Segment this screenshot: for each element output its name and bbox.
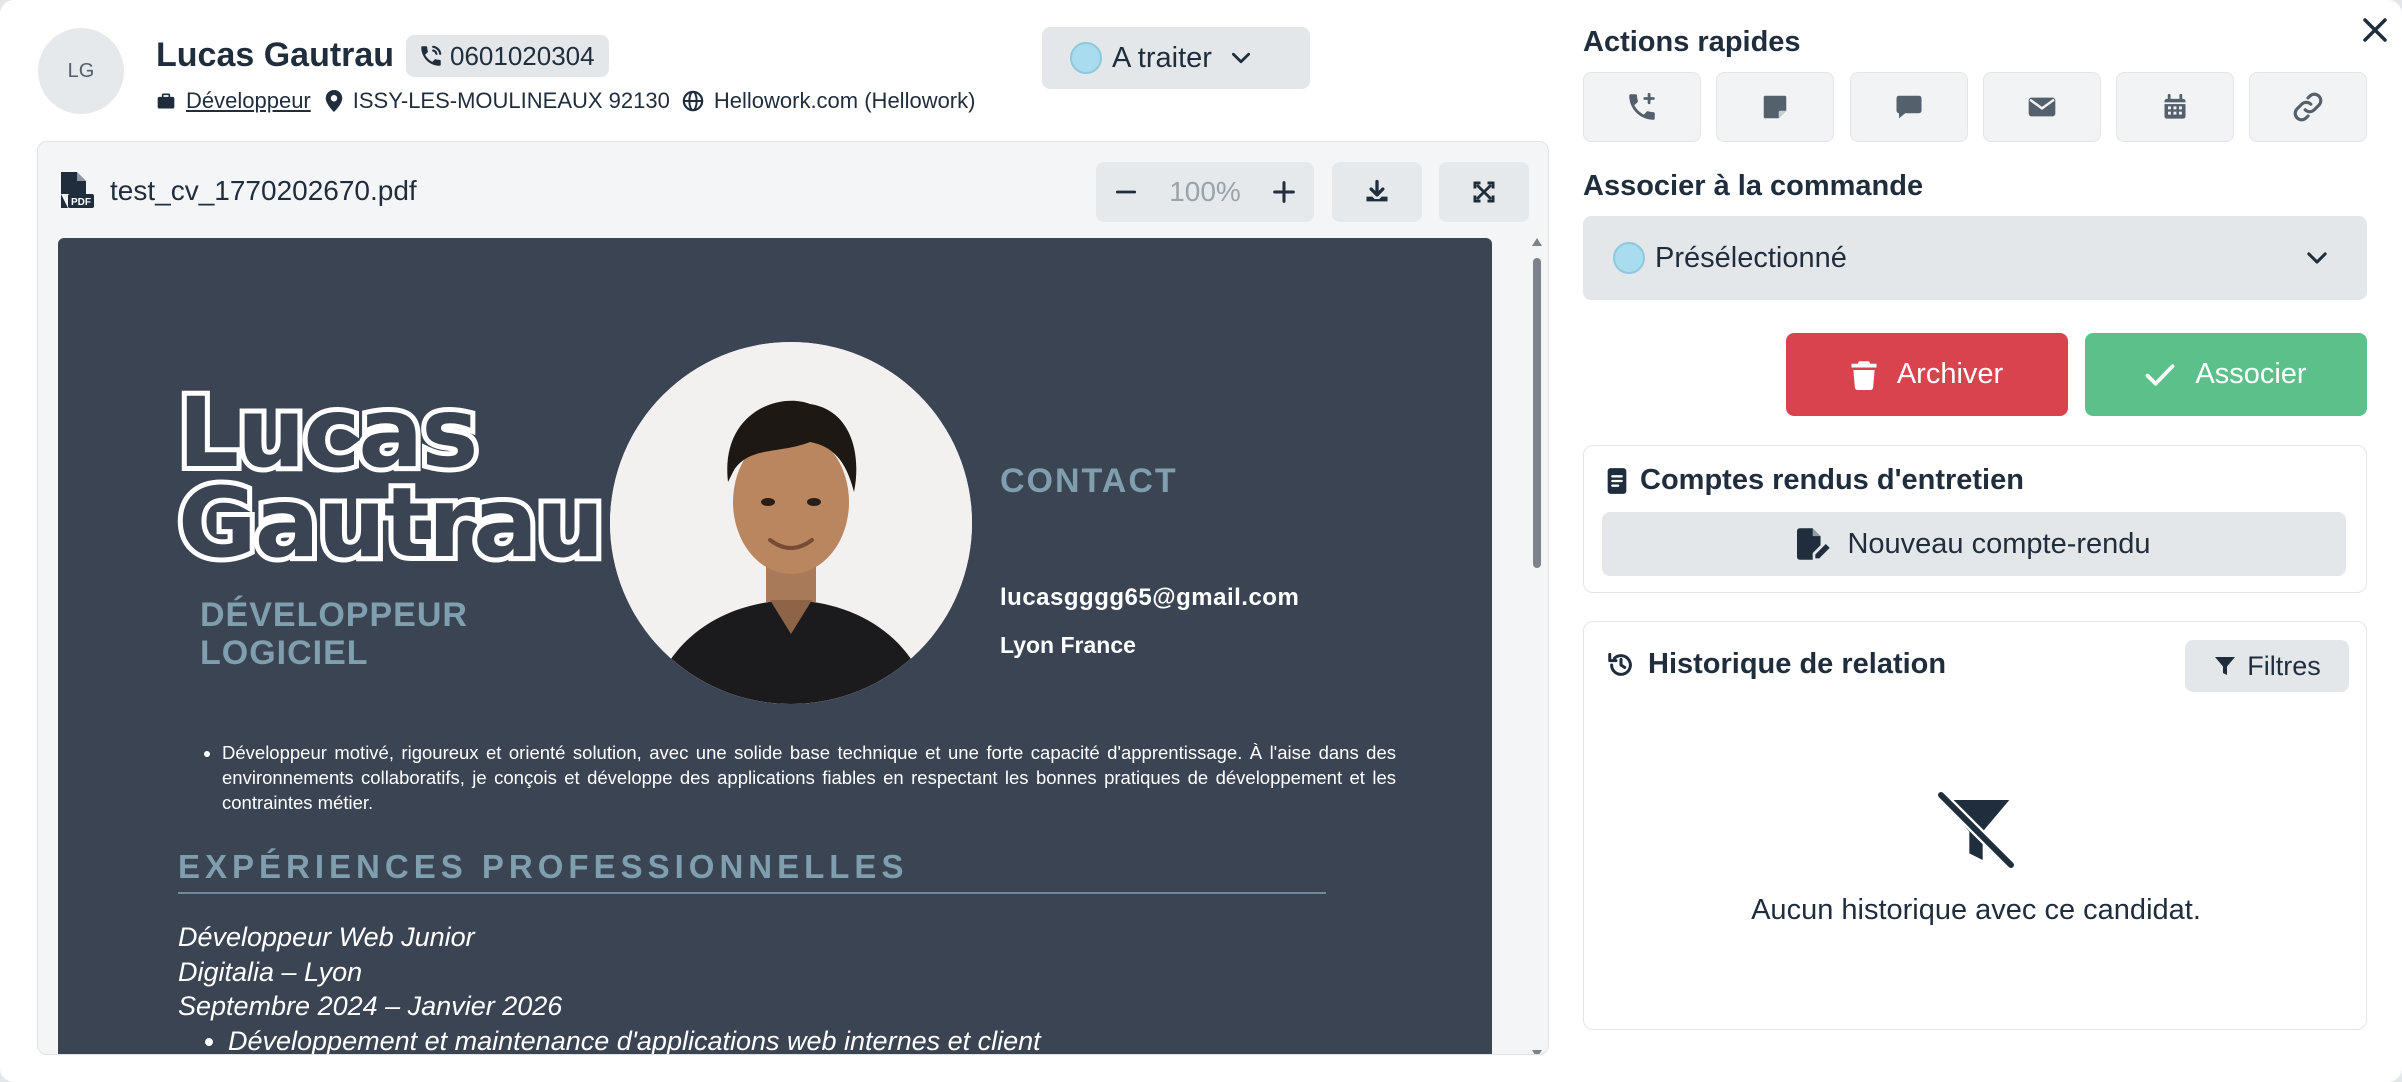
scroll-up-arrow[interactable] bbox=[1532, 238, 1542, 246]
interviews-title: Comptes rendus d'entretien bbox=[1640, 464, 2024, 496]
pdf-file-header: PDF test_cv_1770202670.pdf bbox=[58, 172, 417, 210]
filter-slash-icon bbox=[1935, 789, 2017, 875]
new-report-label: Nouveau compte-rendu bbox=[1847, 527, 2151, 560]
archive-label: Archiver bbox=[1896, 358, 2004, 390]
scrollbar-thumb[interactable] bbox=[1533, 258, 1541, 568]
pdf-file-icon: PDF bbox=[58, 172, 94, 210]
history-icon bbox=[1606, 650, 1636, 680]
filters-label: Filtres bbox=[2247, 650, 2321, 681]
zoom-out-button[interactable] bbox=[1110, 176, 1142, 208]
cv-exp-company: Digitalia – Lyon bbox=[178, 956, 363, 987]
new-report-button[interactable]: Nouveau compte-rendu bbox=[1602, 512, 2346, 576]
source-text: Hellowork.com (Hellowork) bbox=[713, 88, 976, 113]
briefcase-icon bbox=[156, 91, 176, 111]
note-icon bbox=[1760, 92, 1790, 122]
chevron-down-icon bbox=[2303, 244, 2331, 272]
quick-action-email[interactable] bbox=[1983, 72, 2101, 142]
location-text: ISSY-LES-MOULINEAUX 92130 bbox=[352, 88, 670, 113]
fullscreen-icon bbox=[1470, 178, 1498, 206]
cv-contact-heading: CONTACT bbox=[1000, 462, 1178, 500]
globe-icon bbox=[682, 90, 704, 112]
history-title: Historique de relation bbox=[1648, 648, 1947, 680]
cv-page: Lucas Gautrau DÉVELOPPEUR LOGICIEL CONTA… bbox=[58, 238, 1492, 1055]
phone-add-icon bbox=[1625, 90, 1659, 124]
calendar-icon bbox=[2161, 92, 2189, 122]
close-icon bbox=[2360, 15, 2390, 45]
zoom-in-button[interactable] bbox=[1268, 176, 1300, 208]
quick-action-calendar[interactable] bbox=[2116, 72, 2234, 142]
candidate-meta: Développeur ISSY-LES-MOULINEAUX 92130 He… bbox=[156, 88, 975, 114]
order-status-dot bbox=[1613, 242, 1645, 274]
avatar-initials: LG bbox=[67, 59, 95, 82]
cv-experience-heading: EXPÉRIENCES PROFESSIONNELLES bbox=[178, 848, 909, 885]
phone-number: 0601020304 bbox=[450, 40, 595, 71]
file-pen-icon bbox=[1797, 528, 1831, 560]
interviews-card: Comptes rendus d'entretien Nouveau compt… bbox=[1583, 445, 2367, 593]
profile-photo bbox=[610, 342, 972, 704]
scroll-down-arrow[interactable] bbox=[1532, 1050, 1542, 1054]
associate-label: Associer bbox=[2195, 358, 2307, 390]
envelope-icon bbox=[2026, 91, 2058, 123]
associate-button[interactable]: Associer bbox=[2085, 333, 2367, 416]
history-header: Historique de relation bbox=[1606, 648, 1946, 681]
archive-button[interactable]: Archiver bbox=[1786, 333, 2068, 416]
chevron-down-icon bbox=[1228, 45, 1254, 71]
quick-actions-title: Actions rapides bbox=[1583, 26, 1801, 58]
candidate-name: Lucas Gautrau bbox=[156, 36, 395, 74]
status-dropdown[interactable]: A traiter bbox=[1042, 27, 1310, 89]
pdf-viewer: PDF test_cv_1770202670.pdf 100% Lucas Ga… bbox=[37, 141, 1549, 1055]
location-pin-icon bbox=[325, 90, 343, 112]
order-status-dropdown[interactable]: Présélectionné bbox=[1583, 216, 2367, 300]
download-button[interactable] bbox=[1332, 162, 1422, 222]
chat-icon bbox=[1894, 92, 1924, 122]
cv-title-line2: LOGICIEL bbox=[200, 634, 369, 672]
cv-exp-bullet: Développement et maintenance d'applicati… bbox=[228, 1024, 1041, 1055]
svg-text:PDF: PDF bbox=[71, 197, 91, 208]
history-empty-message: Aucun historique avec ce candidat. bbox=[1751, 894, 2201, 926]
link-icon bbox=[2291, 90, 2325, 124]
cv-first-name: Lucas bbox=[173, 377, 483, 489]
status-dot bbox=[1070, 42, 1102, 74]
order-title: Associer à la commande bbox=[1583, 170, 1924, 202]
avatar: LG bbox=[38, 28, 124, 114]
status-label: A traiter bbox=[1112, 41, 1212, 74]
zoom-control: 100% bbox=[1096, 162, 1314, 222]
pdf-file-name: test_cv_1770202670.pdf bbox=[110, 175, 417, 206]
cv-summary-text: Développeur motivé, rigoureux et orienté… bbox=[222, 740, 1396, 815]
history-card: Historique de relation Filtres Aucun his… bbox=[1583, 621, 2367, 1030]
cv-exp-dates: Septembre 2024 – Janvier 2026 bbox=[178, 991, 563, 1021]
check-icon bbox=[2145, 362, 2175, 388]
cv-job-title: DÉVELOPPEUR LOGICIEL bbox=[200, 596, 468, 672]
candidate-modal: LG Lucas Gautrau 0601020304 Développeur … bbox=[0, 0, 2402, 1082]
document-icon bbox=[1606, 467, 1628, 495]
quick-action-call[interactable] bbox=[1583, 72, 1701, 142]
cv-name: Lucas Gautrau bbox=[173, 377, 609, 579]
quick-action-note[interactable] bbox=[1716, 72, 1834, 142]
cv-divider bbox=[178, 892, 1326, 894]
phone-badge[interactable]: 0601020304 bbox=[406, 35, 609, 77]
close-button[interactable] bbox=[2357, 12, 2393, 48]
download-icon bbox=[1363, 178, 1391, 206]
fullscreen-button[interactable] bbox=[1439, 162, 1529, 222]
job-link[interactable]: Développeur bbox=[186, 88, 311, 114]
quick-action-message[interactable] bbox=[1850, 72, 1968, 142]
quick-action-link[interactable] bbox=[2249, 72, 2367, 142]
cv-experience: Développeur Web Junior Digitalia – Lyon … bbox=[178, 920, 1041, 1055]
filter-icon bbox=[2213, 654, 2237, 678]
pdf-scrollbar[interactable] bbox=[1530, 238, 1544, 1054]
cv-title-line1: DÉVELOPPEUR bbox=[200, 596, 468, 634]
phone-icon bbox=[418, 43, 444, 69]
cv-city: Lyon France bbox=[1000, 632, 1136, 658]
order-status-label: Présélectionné bbox=[1655, 241, 1847, 274]
interviews-header: Comptes rendus d'entretien bbox=[1606, 464, 2024, 497]
cv-email: lucasgggg65@gmail.com bbox=[1000, 584, 1300, 611]
zoom-level: 100% bbox=[1169, 176, 1241, 207]
cv-summary: Développeur motivé, rigoureux et orienté… bbox=[198, 740, 1396, 815]
trash-icon bbox=[1851, 360, 1877, 390]
cv-last-name: Gautrau bbox=[173, 467, 609, 579]
cv-exp-role: Développeur Web Junior bbox=[178, 922, 475, 952]
filters-button[interactable]: Filtres bbox=[2185, 640, 2349, 692]
